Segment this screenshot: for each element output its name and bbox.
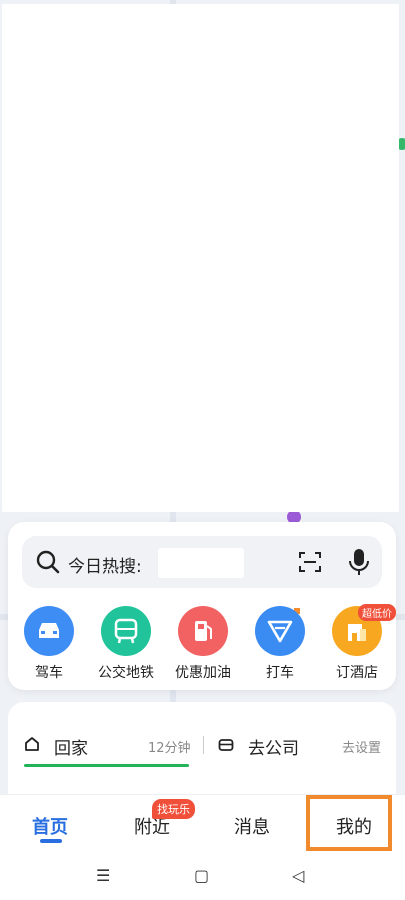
shortcut-circle-taxi (255, 606, 305, 656)
bus-icon (114, 618, 138, 644)
hotel-icon (348, 624, 366, 641)
shortcut-row: 驾车 公交地铁 优惠加油 打车 超低价 订酒店 (8, 604, 397, 686)
active-tab-indicator (40, 839, 62, 843)
home-system-button[interactable]: ▢ (194, 866, 209, 885)
set-place-link[interactable]: 去设置 (342, 737, 381, 756)
home-icon (25, 737, 39, 751)
shortcut-label: 公交地铁 (98, 665, 154, 681)
shortcut-circle-hotel: 超低价 (332, 604, 396, 656)
car-icon (39, 623, 59, 638)
shortcut-taxi[interactable]: 打车 (240, 606, 320, 682)
shortcut-drive[interactable]: 驾车 (9, 606, 89, 682)
shortcut-label: 打车 (266, 665, 294, 681)
hot-search-placeholder[interactable] (158, 548, 244, 578)
system-navigation-bar: ☰ ▢ ◁ (0, 854, 405, 900)
shortcut-label: 优惠加油 (175, 665, 231, 681)
tab-messages[interactable]: 消息 (212, 813, 292, 839)
scan-icon[interactable] (298, 550, 322, 574)
shortcut-circle-fuel (178, 606, 228, 656)
tab-home[interactable]: 首页 (10, 813, 90, 839)
shortcut-circle-drive (24, 606, 74, 656)
blank-popup-panel (2, 4, 399, 512)
go-home-button[interactable]: 回家 (54, 734, 88, 759)
back-button[interactable]: ◁ (292, 866, 304, 885)
divider (203, 736, 204, 754)
search-icon (36, 550, 60, 574)
tool-card: 今日热搜: 驾车 公交地铁 优惠加油 打车 超低价 订酒店 (8, 522, 396, 690)
briefcase-icon (218, 739, 234, 751)
home-travel-time: 12分钟 (148, 741, 191, 756)
nearby-badge: 找玩乐 (152, 799, 195, 819)
recent-apps-button[interactable]: ☰ (96, 866, 110, 885)
taxi-icon (267, 620, 293, 643)
shortcut-label: 订酒店 (336, 665, 378, 681)
shortcut-hotel[interactable]: 超低价 订酒店 (317, 604, 397, 682)
quick-destination-card: 回家 12分钟 去公司 去设置 (8, 702, 396, 794)
fuel-icon (195, 621, 212, 641)
shortcut-fuel[interactable]: 优惠加油 (163, 606, 243, 682)
highlight-box (306, 795, 392, 851)
shortcut-label: 驾车 (35, 665, 63, 681)
home-route-indicator (24, 764, 189, 767)
shortcut-circle-transit (101, 606, 151, 656)
search-bar[interactable]: 今日热搜: (22, 536, 382, 614)
microphone-icon[interactable] (348, 548, 370, 576)
go-work-button[interactable]: 去公司 (248, 734, 299, 759)
hotel-discount-badge: 超低价 (358, 604, 396, 621)
bottom-navigation: 首页 附近 找玩乐 消息 我的 (0, 794, 405, 855)
shortcut-transit[interactable]: 公交地铁 (86, 606, 166, 682)
search-prompt: 今日热搜: (68, 557, 142, 577)
